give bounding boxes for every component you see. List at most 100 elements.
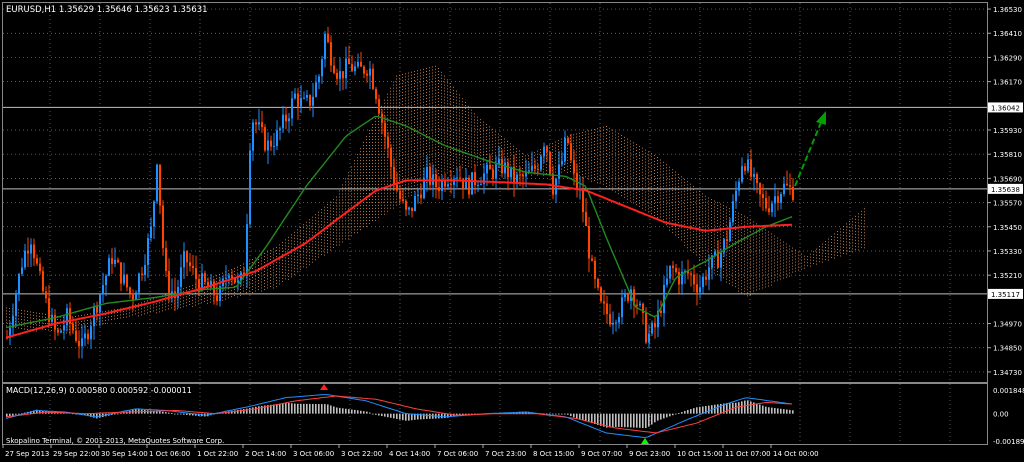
cloud-dot (411, 86, 412, 88)
cloud-dot (408, 177, 409, 179)
cloud-dot (429, 145, 430, 147)
cloud-dot (708, 242, 709, 244)
cloud-dot (429, 103, 430, 105)
cloud-dot (357, 172, 358, 174)
candle-body (177, 286, 179, 299)
cloud-dot (684, 217, 685, 219)
cloud-dot (402, 152, 403, 154)
cloud-dot (459, 115, 460, 117)
cloud-dot (486, 156, 487, 158)
cloud-dot (588, 139, 589, 141)
cloud-dot (408, 186, 409, 188)
cloud-dot (279, 283, 280, 285)
cloud-dot (690, 207, 691, 209)
cloud-dot (714, 212, 715, 214)
cloud-dot (417, 73, 418, 75)
cloud-dot (333, 217, 334, 219)
cloud-dot (741, 244, 742, 246)
cloud-dot (351, 232, 352, 234)
cloud-dot (405, 97, 406, 99)
cloud-dot (378, 132, 379, 134)
candle-body (39, 263, 41, 272)
cloud-dot (345, 217, 346, 219)
cloud-dot (375, 156, 376, 158)
cloud-dot (747, 256, 748, 258)
cloud-dot (42, 328, 43, 330)
cloud-dot (690, 204, 691, 206)
cloud-dot (408, 174, 409, 176)
cloud-dot (396, 87, 397, 89)
cloud-dot (444, 141, 445, 143)
cloud-dot (432, 105, 433, 107)
cloud-dot (855, 239, 856, 241)
cloud-dot (402, 116, 403, 118)
cloud-dot (759, 261, 760, 263)
candle-body (180, 267, 182, 287)
cloud-dot (447, 130, 448, 132)
cloud-dot (645, 206, 646, 208)
cloud-dot (681, 191, 682, 193)
cloud-dot (798, 260, 799, 262)
cloud-dot (423, 128, 424, 130)
cloud-dot (408, 87, 409, 89)
candle-body (162, 205, 164, 249)
cloud-dot (726, 281, 727, 283)
cloud-dot (615, 170, 616, 172)
cloud-dot (606, 140, 607, 142)
cloud-dot (423, 101, 424, 103)
cloud-dot (420, 69, 421, 71)
cloud-dot (423, 155, 424, 157)
cloud-dot (297, 229, 298, 231)
cloud-dot (477, 128, 478, 130)
cloud-dot (741, 265, 742, 267)
cloud-dot (405, 157, 406, 159)
cloud-dot (348, 181, 349, 183)
cloud-dot (405, 190, 406, 192)
cloud-dot (513, 148, 514, 150)
cloud-dot (708, 203, 709, 205)
cloud-dot (723, 232, 724, 234)
cloud-dot (396, 105, 397, 107)
cloud-dot (165, 309, 166, 311)
cloud-dot (228, 270, 229, 272)
cloud-dot (441, 110, 442, 112)
cloud-dot (660, 177, 661, 179)
cloud-dot (702, 205, 703, 207)
cloud-dot (165, 300, 166, 302)
cloud-dot (381, 162, 382, 164)
cloud-dot (702, 214, 703, 216)
cloud-dot (699, 220, 700, 222)
cloud-dot (405, 178, 406, 180)
cloud-dot (603, 147, 604, 149)
cloud-dot (408, 72, 409, 74)
cloud-dot (495, 137, 496, 139)
cloud-dot (594, 161, 595, 163)
cloud-dot (213, 276, 214, 278)
cloud-dot (609, 148, 610, 150)
cloud-dot (435, 167, 436, 169)
cloud-dot (840, 252, 841, 254)
cloud-dot (849, 235, 850, 237)
cloud-dot (471, 115, 472, 117)
cloud-dot (456, 156, 457, 158)
cloud-dot (306, 224, 307, 226)
cloud-dot (630, 155, 631, 157)
cloud-dot (210, 298, 211, 300)
cloud-dot (405, 85, 406, 87)
cloud-dot (330, 243, 331, 245)
cloud-dot (393, 135, 394, 137)
cloud-dot (672, 217, 673, 219)
cloud-dot (657, 193, 658, 195)
cloud-dot (450, 140, 451, 142)
cloud-dot (750, 285, 751, 287)
cloud-dot (117, 311, 118, 313)
cloud-dot (699, 235, 700, 237)
cloud-dot (411, 77, 412, 79)
cloud-dot (666, 200, 667, 202)
cloud-dot (639, 157, 640, 159)
cloud-dot (348, 208, 349, 210)
cloud-dot (642, 159, 643, 161)
cloud-dot (540, 152, 541, 154)
cloud-dot (651, 168, 652, 170)
cloud-dot (465, 111, 466, 113)
